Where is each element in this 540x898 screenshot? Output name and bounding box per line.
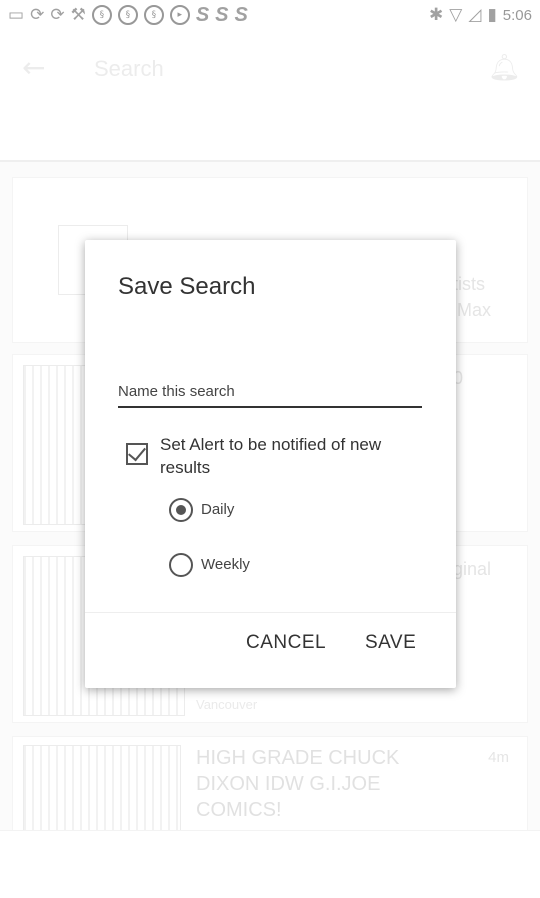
daily-radio[interactable] (169, 498, 193, 522)
checkmark-icon (128, 442, 146, 462)
daily-radio-label: Daily (201, 501, 235, 518)
dialog-divider (85, 612, 456, 613)
search-name-input[interactable] (118, 376, 422, 408)
weekly-radio[interactable] (169, 553, 193, 577)
cancel-button[interactable]: CANCEL (246, 632, 326, 654)
set-alert-checkbox[interactable] (126, 442, 148, 465)
dialog-title: Save Search (118, 273, 256, 300)
radio-selected-dot (176, 505, 186, 515)
weekly-radio-label: Weekly (201, 556, 250, 573)
save-search-dialog: Save Search Set Alert to be notified of … (85, 240, 456, 688)
set-alert-label: Set Alert to be notified of new results (160, 435, 382, 477)
save-button[interactable]: SAVE (365, 632, 416, 654)
